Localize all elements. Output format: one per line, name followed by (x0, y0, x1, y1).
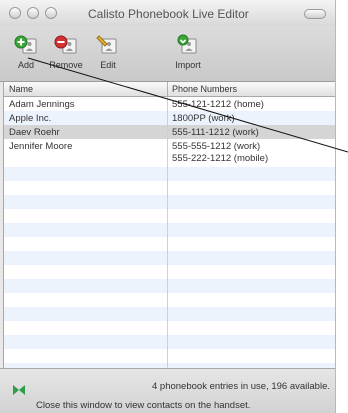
zoom-window-button[interactable] (45, 7, 57, 19)
add-button[interactable]: Add (4, 34, 48, 70)
table-row[interactable]: Adam Jennings 555-121-1212 (home) (4, 97, 335, 111)
table-row[interactable]: Apple Inc. 1800PP (work) (4, 111, 335, 125)
contacts-table[interactable]: Name Phone Numbers Adam Jennings 555-121… (3, 82, 335, 368)
table-body[interactable]: Adam Jennings 555-121-1212 (home) Apple … (4, 97, 335, 368)
minimize-window-button[interactable] (27, 7, 39, 19)
table-header: Name Phone Numbers (4, 82, 335, 97)
window-title: Calisto Phonebook Live Editor (88, 7, 249, 21)
add-label: Add (17, 60, 34, 70)
row-stripe (4, 195, 335, 209)
contact-phone: 555-555-1212 (work) (172, 141, 261, 152)
contact-name: Daev Roehr (9, 127, 60, 138)
row-stripe (4, 251, 335, 265)
edit-button[interactable]: Edit (86, 34, 130, 70)
row-stripe (4, 167, 335, 181)
contact-name: Adam Jennings (9, 99, 75, 110)
row-stripe (4, 335, 335, 349)
row-stripe (4, 279, 335, 293)
status-bar: 4 phonebook entries in use, 196 availabl… (0, 368, 335, 413)
table-row-selected[interactable]: Daev Roehr 555-111-1212 (work) (4, 125, 335, 139)
close-window-button[interactable] (9, 7, 21, 19)
column-divider-line (167, 97, 168, 368)
contact-phone: 555-111-1212 (work) (172, 127, 259, 138)
row-stripe (4, 223, 335, 237)
edit-label: Edit (100, 60, 116, 70)
contact-phone: 1800PP (work) (172, 113, 235, 124)
column-divider[interactable] (167, 82, 168, 97)
remove-button[interactable]: Remove (44, 34, 88, 70)
import-label: Import (175, 60, 201, 70)
toolbar: Add Remove Edit Import (0, 26, 335, 82)
contact-phone: 555-121-1212 (home) (172, 99, 264, 110)
contact-phone: 555-222-1212 (mobile) (172, 153, 269, 164)
column-header-name[interactable]: Name (9, 84, 33, 94)
edit-contact-icon (96, 34, 120, 56)
import-contacts-icon (176, 34, 200, 56)
title-bar[interactable]: Calisto Phonebook Live Editor (0, 0, 335, 26)
import-button[interactable]: Import (166, 34, 210, 70)
toolbar-toggle-button[interactable] (304, 9, 326, 19)
column-header-phone-numbers[interactable]: Phone Numbers (172, 84, 237, 94)
bluetooth-icon (12, 383, 26, 401)
add-contact-icon (14, 34, 38, 56)
entry-count-text: 4 phonebook entries in use, 196 availabl… (152, 381, 330, 392)
phonebook-window: Calisto Phonebook Live Editor Add Remove… (0, 0, 336, 413)
close-hint-text: Close this window to view contacts on th… (36, 400, 251, 411)
remove-label: Remove (49, 60, 83, 70)
table-row[interactable]: Jennifer Moore 555-555-1212 (work) 555-2… (4, 139, 335, 167)
row-stripe (4, 307, 335, 321)
remove-contact-icon (54, 34, 78, 56)
contact-name: Apple Inc. (9, 113, 52, 124)
contact-name: Jennifer Moore (9, 141, 73, 152)
